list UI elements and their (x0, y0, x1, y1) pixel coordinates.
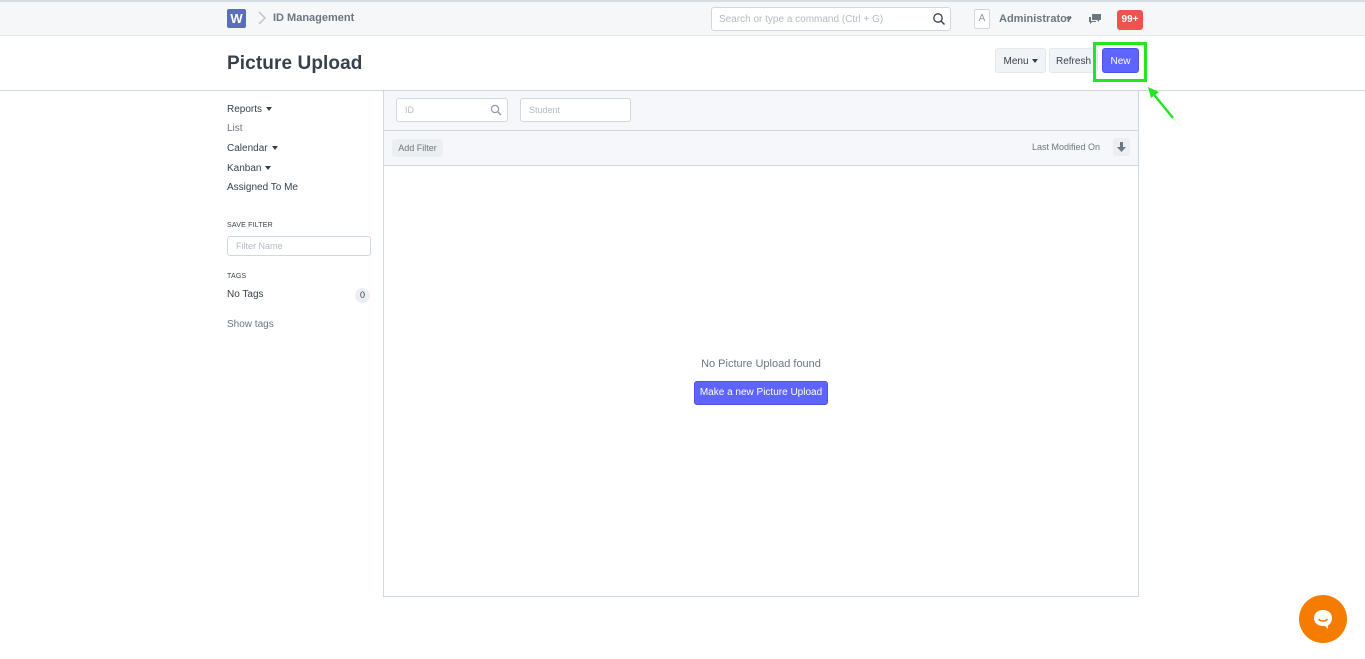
empty-state-message: No Picture Upload found (701, 358, 821, 370)
chat-widget-button[interactable] (1299, 595, 1347, 643)
save-filter-heading: SAVE FILTER (227, 222, 273, 229)
page-head: Picture Upload Menu Refresh New (0, 37, 1365, 91)
caret-down-icon (1031, 59, 1038, 63)
new-button-highlight (1093, 42, 1147, 82)
standard-filter-bar (384, 91, 1138, 131)
app-logo[interactable]: W (227, 9, 246, 28)
sidebar-item-list[interactable]: List (227, 123, 243, 134)
search-icon (933, 13, 945, 25)
menu-button[interactable]: Menu (995, 48, 1046, 73)
tag-count-badge: 0 (355, 288, 370, 303)
caret-down-icon (265, 166, 272, 170)
caret-down-icon (1066, 17, 1072, 21)
chat-bubble-icon (1314, 610, 1332, 629)
search-input[interactable] (712, 8, 922, 30)
no-tags-item[interactable]: No Tags (227, 289, 264, 300)
sidebar-item-assigned-to-me[interactable]: Assigned To Me (227, 182, 298, 193)
notifications-badge[interactable]: 99+ (1117, 10, 1143, 30)
add-filter-button[interactable]: Add Filter (392, 139, 443, 157)
sidebar-item-label: Kanban (227, 163, 262, 174)
navbar: W ID Management A Administrator 99+ (0, 0, 1365, 36)
search-box (711, 7, 951, 31)
chevron-right-icon (258, 11, 266, 25)
caret-down-icon (266, 107, 273, 111)
menu-button-label: Menu (1003, 56, 1029, 67)
tags-heading: TAGS (227, 273, 247, 280)
avatar[interactable]: A (974, 9, 990, 29)
id-filter-input[interactable] (397, 99, 487, 121)
sort-by-selector[interactable]: Last Modified On (1032, 142, 1100, 152)
refresh-button[interactable]: Refresh (1049, 48, 1098, 73)
breadcrumb-id-management[interactable]: ID Management (273, 12, 354, 24)
sidebar-item-label: Reports (227, 104, 263, 115)
sidebar-item-label: Calendar (227, 143, 268, 154)
student-filter (520, 98, 631, 122)
make-new-button[interactable]: Make a new Picture Upload (694, 381, 828, 405)
caret-down-icon (271, 146, 278, 150)
id-filter (396, 98, 508, 122)
sidebar-item-calendar[interactable]: Calendar (227, 143, 278, 154)
list-panel: Add Filter Last Modified On No Picture U… (383, 91, 1139, 597)
sidebar-item-kanban[interactable]: Kanban (227, 163, 272, 174)
sort-order-button[interactable] (1113, 138, 1130, 156)
sort-bar: Add Filter Last Modified On (384, 131, 1138, 166)
comments-icon[interactable] (1088, 13, 1102, 25)
student-filter-input[interactable] (521, 99, 611, 121)
sidebar-item-reports[interactable]: Reports (227, 104, 273, 115)
annotation-arrow-icon (1148, 87, 1174, 119)
search-icon (490, 104, 502, 116)
user-menu[interactable]: Administrator (999, 13, 1071, 25)
show-tags-link[interactable]: Show tags (227, 319, 274, 330)
sort-descending-icon (1117, 142, 1126, 152)
filter-name-input[interactable] (227, 236, 371, 256)
page-title: Picture Upload (227, 53, 363, 74)
